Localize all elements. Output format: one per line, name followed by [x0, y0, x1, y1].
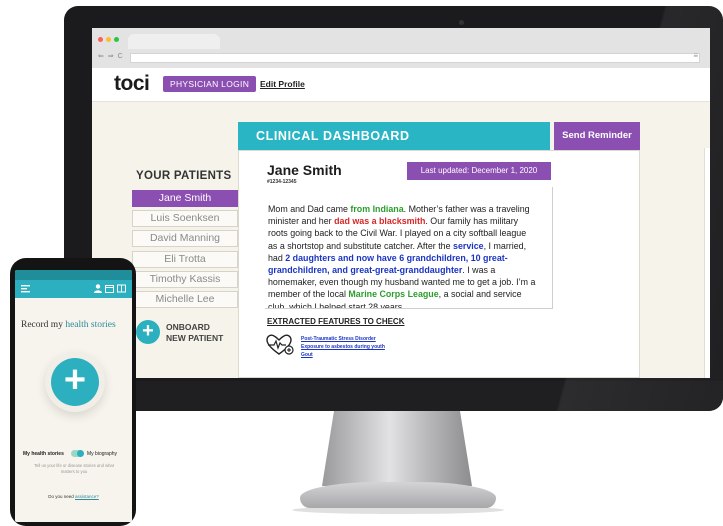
phone-app-bar	[15, 280, 132, 298]
dashboard-header: CLINICAL DASHBOARD	[238, 122, 550, 150]
send-reminder-button[interactable]: Send Reminder	[554, 122, 640, 150]
phone-subtitle: Tell us your life or disease stories and…	[34, 463, 114, 474]
browser-chrome: ⇐ ⇒ C ≡	[92, 28, 710, 68]
feature-item[interactable]: Post-Traumatic Stress Disorder	[301, 336, 376, 342]
feature-item[interactable]: Gout	[301, 352, 313, 358]
toci-logo[interactable]: toci	[114, 72, 150, 96]
menu-icon[interactable]	[21, 285, 30, 293]
toggle-left-label: My health stories	[23, 451, 64, 457]
record-prompt: Record my health stories	[21, 320, 116, 330]
close-window-button[interactable]	[98, 37, 103, 42]
app-header: toci PHYSICIAN LOGIN Edit Profile	[92, 68, 710, 102]
patient-item-luis-soenksen[interactable]: Luis Soenksen	[132, 210, 238, 227]
onboard-plus-icon[interactable]: +	[136, 320, 160, 344]
toggle-right-label: My biography	[87, 451, 118, 457]
stories-toggle-knob[interactable]	[77, 450, 84, 457]
maximize-window-button[interactable]	[114, 37, 119, 42]
story-highlight: Marine Corps League	[348, 289, 439, 300]
patient-id: #1234-12345	[267, 179, 297, 185]
page-scrollbar[interactable]	[704, 148, 710, 378]
monitor-stand-base	[300, 482, 496, 508]
story-text: Mom and Dad came from Indiana. Mother’s …	[268, 203, 536, 308]
patient-item-eli-trotta[interactable]: Eli Trotta	[132, 251, 238, 268]
onboard-line-1: ONBOARD	[166, 322, 210, 332]
monitor-stand-neck	[322, 411, 472, 486]
assistance-link[interactable]: assistance?	[75, 494, 99, 499]
user-icon[interactable]	[94, 284, 102, 293]
assistance-prompt: Do you need assistance?	[15, 494, 132, 499]
heart-pulse-icon	[266, 334, 294, 355]
browser-menu-icon[interactable]: ≡	[693, 51, 698, 60]
onboard-line-2: NEW PATIENT	[166, 333, 224, 343]
minimize-window-button[interactable]	[106, 37, 111, 42]
address-bar[interactable]	[130, 53, 700, 63]
phone-screen: Record my health stories + My health sto…	[15, 270, 132, 522]
phone-status-bar	[15, 270, 132, 280]
story-segment: Mom and Dad came	[268, 204, 351, 214]
feature-item[interactable]: Exposure to asbestos during youth	[301, 344, 385, 350]
browser-nav-icons[interactable]: ⇐ ⇒ C	[98, 52, 124, 60]
story-highlight: dad was a blacksmith	[334, 216, 426, 227]
onboard-new-patient-button[interactable]: ONBOARD NEW PATIENT	[166, 322, 223, 344]
story-highlight: service	[453, 240, 484, 251]
story-box[interactable]: Mom and Dad came from Indiana. Mother’s …	[265, 187, 553, 309]
patient-name: Jane Smith	[267, 162, 342, 178]
patient-item-david-manning[interactable]: David Manning	[132, 230, 238, 247]
calendar-icon[interactable]	[105, 284, 114, 293]
story-highlight: from Indiana	[350, 204, 404, 214]
book-icon[interactable]	[117, 284, 126, 293]
record-prefix: Record my	[21, 320, 66, 330]
monitor-screen: ⇐ ⇒ C ≡ toci PHYSICIAN LOGIN Edit Profil…	[92, 28, 710, 378]
patient-item-timothy-kassis[interactable]: Timothy Kassis	[132, 271, 238, 288]
edit-profile-link[interactable]: Edit Profile	[260, 79, 305, 89]
assistance-prefix: Do you need	[48, 494, 75, 499]
browser-tab[interactable]	[128, 34, 220, 49]
record-highlight: health stories	[65, 320, 116, 330]
patient-item-jane-smith[interactable]: Jane Smith	[132, 190, 238, 207]
camera-dot	[459, 20, 464, 25]
patient-card: Jane Smith #1234-12345 Last updated: Dec…	[238, 150, 640, 378]
dashboard-title: CLINICAL DASHBOARD	[256, 129, 410, 143]
last-updated-badge: Last updated: December 1, 2020	[407, 162, 551, 180]
physician-login-button[interactable]: PHYSICIAN LOGIN	[163, 76, 257, 92]
patient-item-michelle-lee[interactable]: Michelle Lee	[132, 291, 238, 308]
extracted-features-heading: EXTRACTED FEATURES TO CHECK	[267, 317, 405, 326]
record-plus-button[interactable]: +	[51, 358, 99, 406]
patients-heading: YOUR PATIENTS	[136, 170, 232, 182]
